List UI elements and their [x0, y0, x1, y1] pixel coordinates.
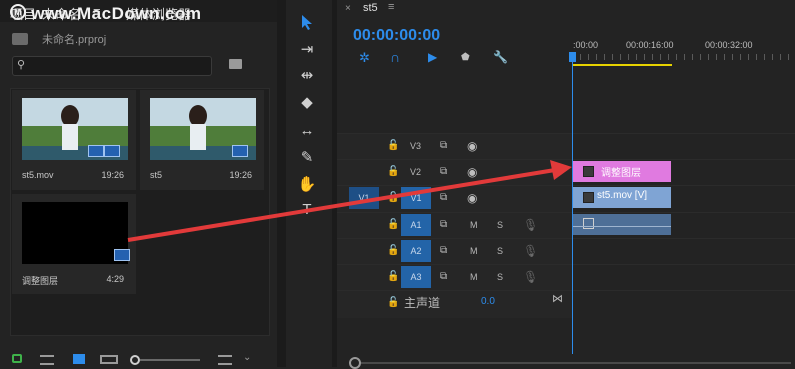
- annotation-arrow: [127, 160, 572, 242]
